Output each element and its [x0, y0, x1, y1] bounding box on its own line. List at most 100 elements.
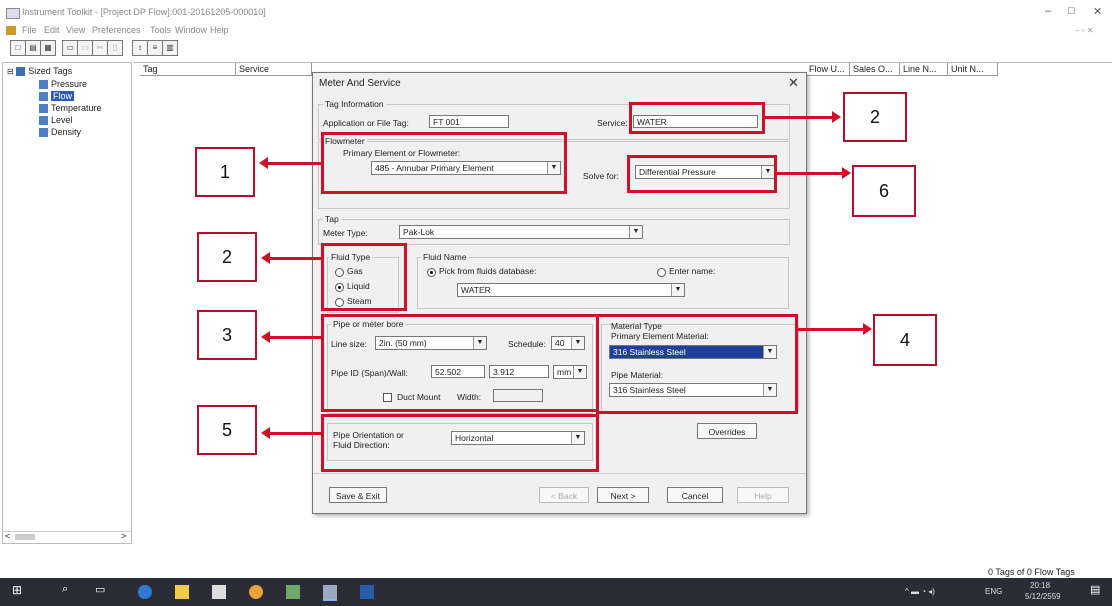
app-tag-label: Application or File Tag: — [323, 118, 409, 128]
menu-preferences[interactable]: Preferences — [92, 25, 141, 35]
tree-scrollbar[interactable]: < > — [3, 531, 131, 543]
copy-icon[interactable]: ▭ — [62, 40, 78, 56]
next-button[interactable]: Next > — [597, 487, 649, 503]
tag-tree: ⊟ Sized Tags Pressure Flow Temperature L… — [2, 62, 132, 544]
chrome-icon[interactable] — [249, 585, 263, 599]
status-bar-text: 0 Tags of 0 Flow Tags — [988, 567, 1075, 577]
column-header-sales-order[interactable]: Sales O... — [850, 63, 900, 76]
scroll-thumb[interactable] — [15, 534, 35, 540]
notification-icon[interactable]: ▤ — [1090, 583, 1104, 597]
open-icon[interactable]: ▤ — [25, 40, 41, 56]
fluid-name-value: WATER — [461, 285, 491, 295]
cancel-button[interactable]: Cancel — [667, 487, 723, 503]
tray-icons[interactable]: ^ ▬ ◔ ◂) — [905, 587, 935, 596]
level-icon — [39, 116, 48, 126]
tree-item-flow[interactable]: Flow — [39, 91, 75, 102]
close-button[interactable]: ✕ — [1093, 5, 1102, 18]
annotation-highlight-material — [596, 314, 798, 414]
temperature-icon — [39, 104, 48, 114]
photos-icon[interactable] — [286, 585, 300, 599]
instrument-toolkit-taskbar-icon[interactable] — [323, 585, 337, 601]
callout-2b-arrow — [270, 257, 321, 260]
file-explorer-icon[interactable] — [175, 585, 189, 599]
print-icon[interactable]: ▦ — [40, 40, 56, 56]
arrowhead-left-icon — [259, 157, 268, 169]
arrowhead-left-icon — [261, 252, 270, 264]
tree-item-label: Density — [51, 127, 82, 137]
divider — [313, 473, 806, 474]
meter-type-dropdown[interactable]: Pak-Lok ▼ — [399, 225, 643, 239]
overrides-button[interactable]: Overrides — [697, 423, 757, 439]
annotation-highlight-orientation — [321, 414, 599, 472]
menu-file[interactable]: File — [22, 25, 37, 35]
pick-from-database-radio[interactable] — [427, 268, 436, 277]
tree-item-level[interactable]: Level — [39, 115, 73, 126]
tree-item-density[interactable]: Density — [39, 127, 82, 138]
tree-item-label: Temperature — [51, 103, 102, 113]
scroll-right-icon[interactable]: > — [121, 531, 126, 541]
callout-5-arrow — [270, 432, 321, 435]
back-button[interactable]: < Back — [539, 487, 589, 503]
folder-icon — [16, 67, 26, 77]
restore-button[interactable]: □ — [1068, 5, 1075, 17]
sort-icon[interactable]: ↕ — [132, 40, 148, 56]
menu-tools[interactable]: Tools — [150, 25, 171, 35]
callout-1-arrow — [268, 162, 322, 165]
paste-icon[interactable]: ▭ — [77, 40, 93, 56]
annotation-highlight-service — [629, 102, 765, 134]
menu-view[interactable]: View — [66, 25, 85, 35]
flow-icon — [39, 92, 48, 102]
new-icon[interactable]: □ — [10, 40, 26, 56]
enter-name-label: Enter name: — [669, 266, 716, 276]
tree-item-pressure[interactable]: Pressure — [39, 79, 87, 90]
menu-edit[interactable]: Edit — [44, 25, 60, 35]
dialog-close-button[interactable]: ✕ — [788, 75, 799, 91]
arrowhead-right-icon — [842, 167, 851, 179]
annotation-highlight-solve-for — [627, 155, 777, 193]
app-icon — [6, 8, 20, 19]
pressure-icon — [39, 80, 48, 90]
callout-5: 5 — [197, 405, 257, 455]
column-header-line-number[interactable]: Line N... — [900, 63, 948, 76]
menu-window[interactable]: Window — [175, 25, 207, 35]
filter-icon[interactable]: ≡ — [147, 40, 163, 56]
save-exit-button[interactable]: Save & Exit — [329, 487, 387, 503]
delete-icon[interactable]: ▯ — [107, 40, 123, 56]
fluid-name-dropdown[interactable]: WATER ▼ — [457, 283, 685, 297]
minimize-button[interactable]: – — [1045, 5, 1051, 17]
cut-icon[interactable]: ✂ — [92, 40, 108, 56]
tree-item-temperature[interactable]: Temperature — [39, 103, 102, 114]
menu-help[interactable]: Help — [210, 25, 229, 35]
callout-4-arrow — [798, 328, 864, 331]
column-header-flow-units[interactable]: Flow U... — [806, 63, 850, 76]
window-title: Instrument Toolkit - [Project DP Flow]:0… — [22, 7, 266, 17]
meter-type-label: Meter Type: — [323, 228, 368, 238]
dialog-title: Meter And Service — [319, 78, 401, 89]
column-header-tag[interactable]: Tag — [140, 63, 236, 76]
windows-start-icon[interactable]: ⊞ — [12, 583, 26, 597]
word-icon[interactable] — [360, 585, 374, 599]
enter-name-radio[interactable] — [657, 268, 666, 277]
columns-icon[interactable]: ▥ — [162, 40, 178, 56]
scroll-left-icon[interactable]: < — [5, 531, 10, 541]
search-icon[interactable]: ⌕ — [62, 583, 76, 597]
task-view-icon[interactable]: ▭ — [95, 583, 109, 597]
taskbar: ⊞ ⌕ ▭ ^ ▬ ◔ ◂) ENG 20:18 5/12/2559 ▤ — [0, 578, 1112, 606]
callout-2-arrow — [765, 116, 833, 119]
help-button[interactable]: Help — [737, 487, 789, 503]
tree-root[interactable]: ⊟ Sized Tags — [7, 66, 72, 77]
app-tag-input[interactable]: FT 001 — [429, 115, 509, 128]
column-header-unit-number[interactable]: Unit N... — [948, 63, 998, 76]
clock-date[interactable]: 5/12/2559 — [1025, 592, 1061, 601]
column-header-service[interactable]: Service — [236, 63, 312, 76]
clock-time[interactable]: 20:18 — [1030, 581, 1050, 590]
arrowhead-right-icon — [863, 323, 872, 335]
pick-from-database-label: Pick from fluids database: — [439, 266, 537, 276]
arrowhead-right-icon — [832, 111, 841, 123]
edge-icon[interactable] — [138, 585, 152, 599]
store-icon[interactable] — [212, 585, 226, 599]
callout-6: 6 — [852, 165, 916, 217]
meter-type-value: Pak-Lok — [403, 227, 435, 237]
language-indicator[interactable]: ENG — [985, 587, 1002, 596]
mdi-window-controls[interactable]: – ▫ ✕ — [1075, 26, 1093, 35]
